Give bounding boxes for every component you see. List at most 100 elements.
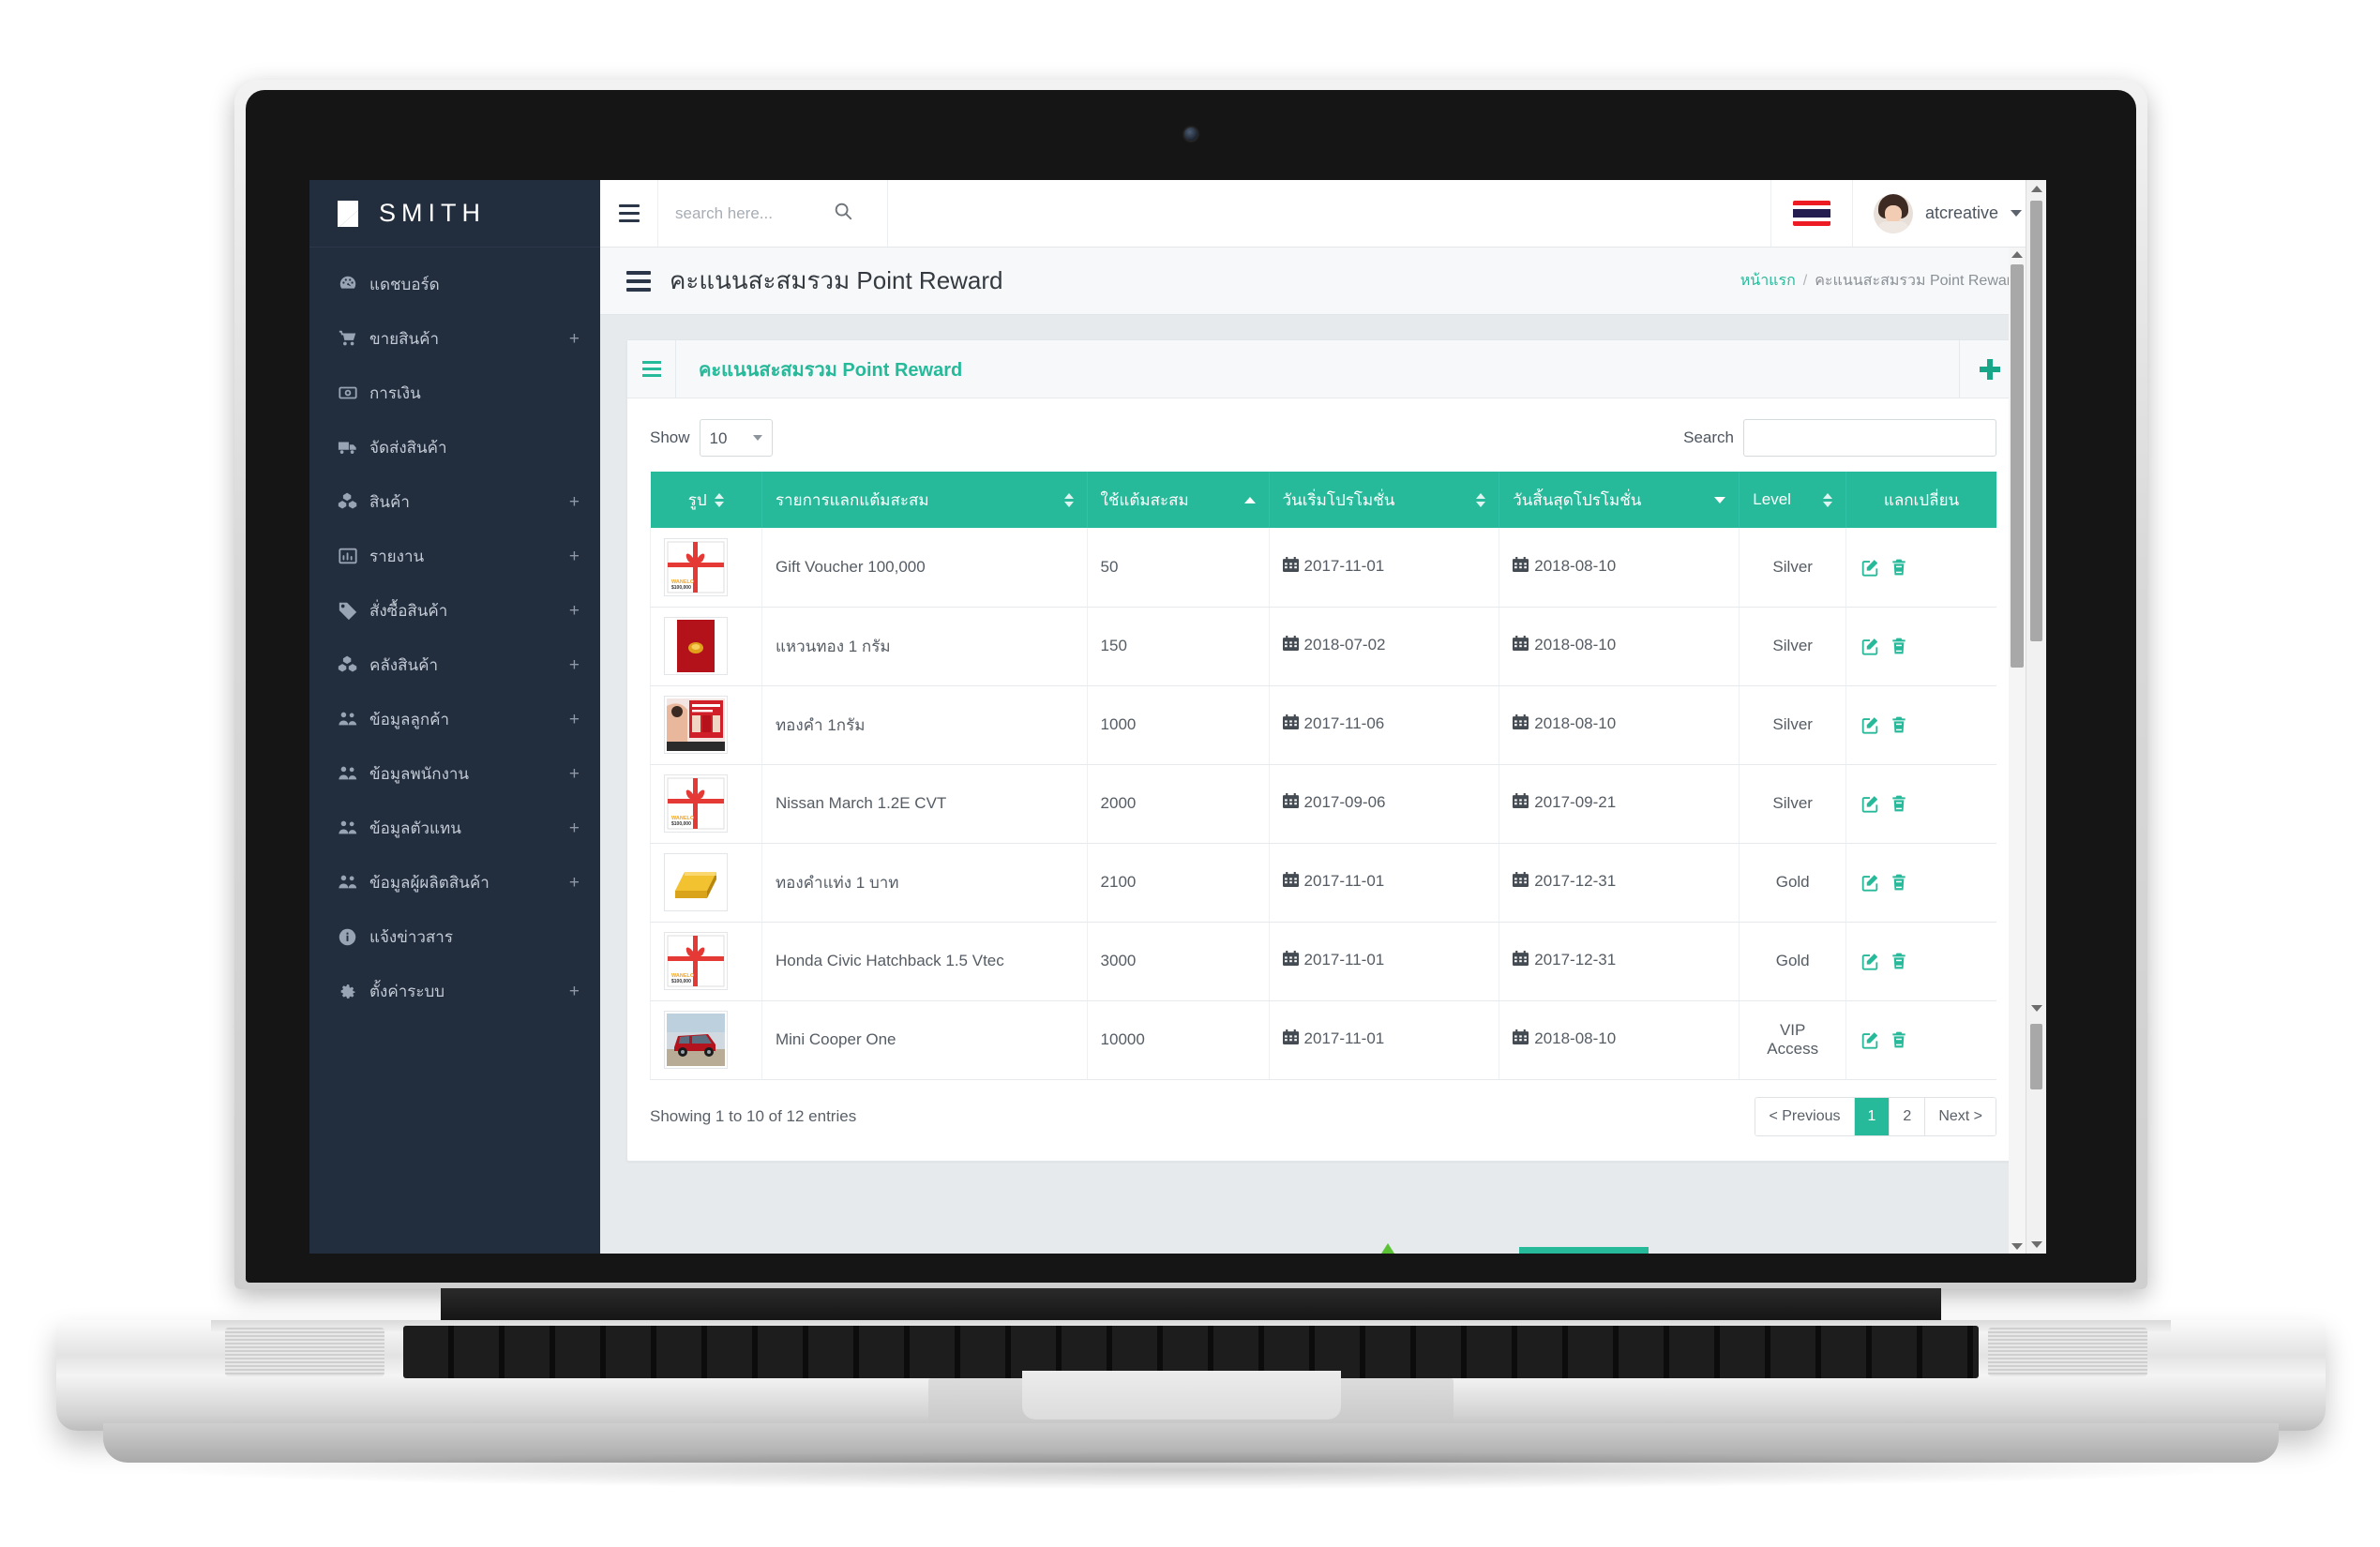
col-image[interactable]: รูป [650,472,762,528]
webcam-icon [1184,128,1198,141]
hamburger-icon[interactable] [626,270,651,292]
col-label: รูป [687,490,707,509]
calendar-icon [1282,872,1299,893]
pagination-next[interactable]: Next > [1925,1097,1996,1135]
sidebar-item-employees[interactable]: ข้อมูลพนักงาน + [309,746,600,801]
sidebar-item-manufacturers[interactable]: ข้อมูลผู้ผลิตสินค้า + [309,855,600,909]
delete-button[interactable] [1890,951,1908,971]
delete-button[interactable] [1890,1029,1908,1050]
delete-button[interactable] [1890,793,1908,814]
teal-button-peek[interactable] [1519,1247,1649,1254]
delete-button[interactable] [1890,557,1908,578]
sidebar-item-label: แจ้งข่าวสาร [369,927,453,946]
delete-button[interactable] [1890,636,1908,656]
col-promo-end[interactable]: วันสิ้นสุดโปรโมชั่น [1499,472,1740,528]
table-row: WANELO $100,000 Nissan March 1.2E CVT 200… [650,764,1996,844]
sidebar-toggle-button[interactable] [600,180,658,247]
card-menu-button[interactable] [627,340,676,398]
sidebar-item-sell-products[interactable]: ขายสินค้า + [309,311,600,366]
cell-promo-end: 2018-08-10 [1499,528,1740,608]
content-scrollbar-thumb[interactable] [2011,264,2024,668]
calendar-icon [1513,793,1529,814]
delete-button[interactable] [1890,714,1908,735]
pagination-page-2[interactable]: 2 [1890,1097,1926,1135]
sidebar-item-customers[interactable]: ข้อมูลลูกค้า + [309,692,600,746]
calendar-icon [1282,793,1299,814]
cell-level: Silver [1739,607,1847,686]
calendar-icon [1513,636,1529,656]
sidebar-item-reports[interactable]: รายงาน + [309,529,600,583]
cell-level: Gold [1739,922,1847,1001]
pagination-page-1[interactable]: 1 [1854,1097,1890,1135]
scroll-down-icon[interactable] [2030,1241,2042,1248]
breadcrumb-home-link[interactable]: หน้าแรก [1740,269,1796,293]
cell-promo-start: 2017-11-06 [1269,685,1500,765]
scroll-up-icon[interactable] [2011,251,2023,258]
chevron-down-icon [2011,210,2022,217]
expand-indicator: + [568,872,580,893]
cell-points-used: 2000 [1087,764,1270,844]
window-scrollbar[interactable] [2026,180,2046,1254]
scroll-down-icon[interactable] [2030,1005,2042,1012]
scroll-up-icon[interactable] [2030,186,2042,192]
global-search[interactable] [658,180,888,247]
sidebar-item-dashboard[interactable]: แดชบอร์ด [309,257,600,311]
sidebar-item-finance[interactable]: การเงิน [309,366,600,420]
edit-button[interactable] [1860,872,1880,893]
sidebar-item-warehouse[interactable]: คลังสินค้า + [309,638,600,692]
trash-icon [1892,716,1906,733]
edit-button[interactable] [1860,636,1880,656]
language-switcher[interactable] [1770,180,1853,247]
cell-actions [1845,607,1996,686]
user-menu[interactable]: atcreative [1853,180,2046,247]
pagination-previous[interactable]: < Previous [1755,1097,1855,1135]
edit-button[interactable] [1860,793,1880,814]
trash-icon [1892,638,1906,654]
point-reward-card: คะแนนสะสมรวม Point Reward Show 10 Search… [626,339,2020,1162]
brand-logo[interactable]: SMITH [309,180,600,248]
sidebar-item-system-settings[interactable]: ตั้งค่าระบบ + [309,964,600,1018]
sort-desc-icon [1714,496,1726,503]
content-scrollbar[interactable] [2009,248,2026,1254]
delete-button[interactable] [1890,872,1908,893]
scroll-down-icon[interactable] [2011,1243,2023,1250]
edit-button[interactable] [1860,557,1880,578]
col-promo-start[interactable]: วันเริ่มโปรโมชั่น [1269,472,1500,528]
window-scrollbar-thumb-lower[interactable] [2030,1024,2042,1089]
page-title: คะแนนสะสมรวม Point Reward [670,266,1003,294]
edit-button[interactable] [1860,714,1880,735]
col-level[interactable]: Level [1739,472,1847,528]
expand-indicator: + [568,818,580,838]
boxes-icon [338,491,369,512]
page-length-select[interactable]: 10 [699,419,773,457]
sidebar-item-purchase-orders[interactable]: สั่งซื้อสินค้า + [309,583,600,638]
cell-image [650,607,762,686]
cell-reward-name: แหวนทอง 1 กรัม [761,607,1088,686]
edit-button[interactable] [1860,951,1880,971]
gift-voucher-thumb: WANELO $100,000 [664,537,728,596]
sidebar-item-label: รายงาน [369,547,425,565]
cell-image: WANELO $100,000 [650,764,762,844]
sidebar-item-label: ข้อมูลพนักงาน [369,764,470,783]
sidebar-item-news[interactable]: แจ้งข่าวสาร [309,909,600,964]
sidebar-item-agents[interactable]: ข้อมูลตัวแทน + [309,801,600,855]
cell-level: Silver [1739,528,1847,608]
edit-icon [1861,796,1878,813]
cell-promo-start: 2017-11-01 [1269,843,1500,923]
col-points-used[interactable]: ใช้แต้มสะสม [1087,472,1270,528]
search-input[interactable] [675,203,825,223]
gold-ring-thumb [664,617,728,675]
window-scrollbar-thumb[interactable] [2030,201,2042,641]
col-label: วันเริ่มโปรโมชั่น [1282,490,1395,509]
edit-button[interactable] [1860,1029,1880,1050]
offscreen-content-peek [600,1240,2046,1254]
sidebar-item-products[interactable]: สินค้า + [309,474,600,529]
sidebar-item-shipping[interactable]: จัดส่งสินค้า [309,420,600,474]
datatable-search-input[interactable] [1743,419,1996,457]
col-reward-name[interactable]: รายการแลกแต้มสะสม [761,472,1088,528]
calendar-icon [1282,636,1299,656]
search-label: Search [1683,428,1734,446]
card-body: Show 10 Search รูป รายการแลกแต้มสะสม ใช้… [627,398,2019,1161]
edit-icon [1861,638,1878,655]
magnifier-icon[interactable] [833,201,853,226]
